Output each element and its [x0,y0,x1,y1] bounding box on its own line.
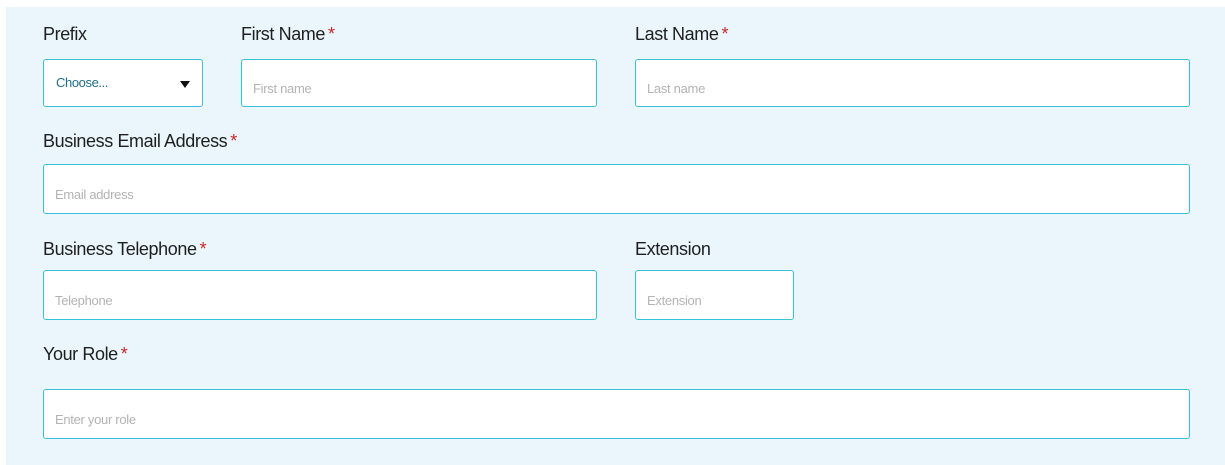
required-asterisk: * [199,239,207,259]
telephone-label-text: Business Telephone [43,239,197,259]
role-label-text: Your Role [43,344,118,364]
prefix-label-text: Prefix [43,24,87,44]
extension-label-text: Extension [635,239,711,259]
first-name-input[interactable] [241,59,597,107]
required-asterisk: * [120,344,128,364]
email-label: Business Email Address * [43,131,237,152]
contact-form-panel: Prefix Choose... First Name* Last Name* … [6,7,1225,465]
telephone-label: Business Telephone * [43,239,207,260]
last-name-label-text: Last Name [635,24,719,44]
prefix-select-value: Choose... [56,75,109,90]
last-name-input[interactable] [635,59,1190,107]
prefix-label: Prefix [43,24,87,45]
last-name-label: Last Name * [635,24,728,45]
required-asterisk: * [328,24,335,44]
page-top-strip [0,0,1225,7]
role-input[interactable] [43,389,1190,439]
email-label-text: Business Email Address [43,131,228,151]
telephone-input[interactable] [43,270,597,320]
required-asterisk: * [230,131,237,151]
prefix-select[interactable]: Choose... [43,59,203,107]
first-name-label: First Name * [241,24,335,45]
email-input[interactable] [43,164,1190,214]
caret-down-icon [180,81,190,88]
required-asterisk: * [721,24,729,44]
first-name-label-text: First Name [241,24,326,44]
extension-input[interactable] [635,270,794,320]
extension-label: Extension [635,239,711,260]
role-label: Your Role * [43,344,128,365]
